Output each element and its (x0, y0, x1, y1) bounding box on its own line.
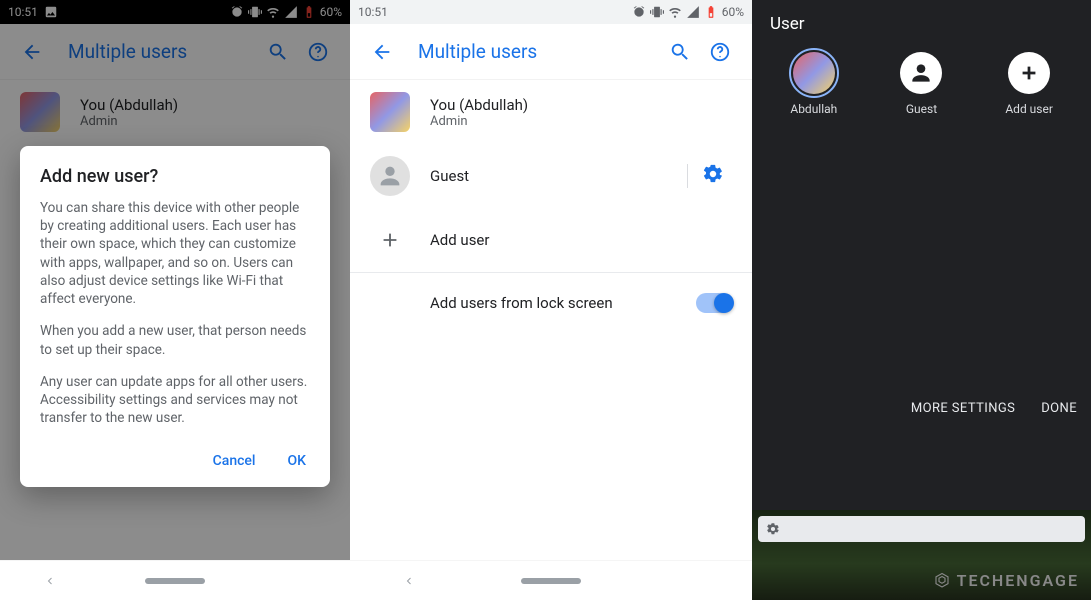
quick-title: User (752, 0, 1091, 42)
owner-role: Admin (430, 114, 732, 129)
guest-label: Guest (906, 102, 937, 116)
owner-row[interactable]: You (Abdullah) Admin (350, 80, 752, 144)
watermark: TECHENGAGE (933, 571, 1079, 590)
owner-name: You (Abdullah) (430, 96, 732, 114)
wifi-icon (668, 5, 682, 19)
nav-home-pill[interactable] (521, 578, 581, 584)
add-user-dialog: Add new user? You can share this device … (20, 146, 330, 487)
phone-panel-list: 10:51 60% Multiple users You (Abdullah) … (350, 0, 752, 600)
dialog-paragraph-3: Any user can update apps for all other u… (40, 373, 310, 428)
signal-icon (686, 5, 700, 19)
phone-panel-quicksettings: User Abdullah Guest Add user MORE SETTIN… (752, 0, 1091, 600)
guest-avatar (900, 52, 942, 94)
owner-avatar (370, 92, 410, 132)
dialog-paragraph-1: You can share this device with other peo… (40, 199, 310, 308)
person-icon (376, 162, 404, 190)
user-cell-owner[interactable]: Abdullah (764, 52, 864, 116)
ok-button[interactable]: OK (284, 445, 311, 477)
alarm-icon (632, 5, 646, 19)
nav-home-pill[interactable] (145, 578, 205, 584)
more-settings-button[interactable]: MORE SETTINGS (911, 401, 1015, 416)
nav-bar (0, 560, 350, 600)
add-user-label: Add user (430, 231, 732, 249)
owner-avatar (793, 52, 835, 94)
plus-icon (1018, 62, 1040, 84)
status-battery-pct: 60% (722, 5, 744, 19)
user-cell-add[interactable]: Add user (979, 52, 1079, 116)
user-cell-guest[interactable]: Guest (871, 52, 971, 116)
add-user-icon-wrap (370, 220, 410, 260)
gear-icon (766, 522, 780, 536)
search-button[interactable] (660, 32, 700, 72)
owner-label: Abdullah (790, 102, 837, 116)
lockscreen-switch[interactable] (696, 293, 732, 313)
plus-icon (379, 229, 401, 251)
page-title: Multiple users (402, 40, 660, 63)
guest-settings-button[interactable] (694, 163, 732, 189)
gear-icon (702, 163, 724, 185)
add-avatar (1008, 52, 1050, 94)
search-icon (669, 41, 691, 63)
status-bar: 10:51 60% (350, 0, 752, 24)
dialog-title: Add new user? (40, 166, 310, 187)
battery-low-icon (704, 5, 718, 19)
status-time: 10:51 (358, 5, 388, 19)
back-button[interactable] (362, 32, 402, 72)
guest-label: Guest (430, 167, 681, 185)
qs-footer-bar[interactable] (758, 516, 1085, 542)
help-button[interactable] (700, 32, 740, 72)
guest-row[interactable]: Guest (350, 144, 752, 208)
add-label: Add user (1005, 102, 1053, 116)
nav-back-icon[interactable] (403, 575, 415, 587)
arrow-back-icon (371, 41, 393, 63)
done-button[interactable]: DONE (1041, 401, 1077, 416)
app-bar: Multiple users (350, 24, 752, 80)
lockscreen-label: Add users from lock screen (430, 294, 696, 312)
nav-bar (350, 560, 752, 600)
vibrate-icon (650, 5, 664, 19)
divider (687, 164, 688, 188)
phone-panel-dialog: 10:51 60% Multiple users You (Abdullah) … (0, 0, 350, 600)
add-user-row[interactable]: Add user (350, 208, 752, 272)
hex-logo-icon (933, 572, 951, 590)
dialog-paragraph-2: When you add a new user, that person nee… (40, 322, 310, 358)
watermark-text: TECHENGAGE (957, 571, 1079, 590)
help-icon (709, 41, 731, 63)
nav-back-icon[interactable] (44, 575, 56, 587)
lockscreen-toggle-row[interactable]: Add users from lock screen (350, 272, 752, 332)
person-icon (908, 60, 934, 86)
guest-avatar (370, 156, 410, 196)
cancel-button[interactable]: Cancel (209, 445, 260, 477)
